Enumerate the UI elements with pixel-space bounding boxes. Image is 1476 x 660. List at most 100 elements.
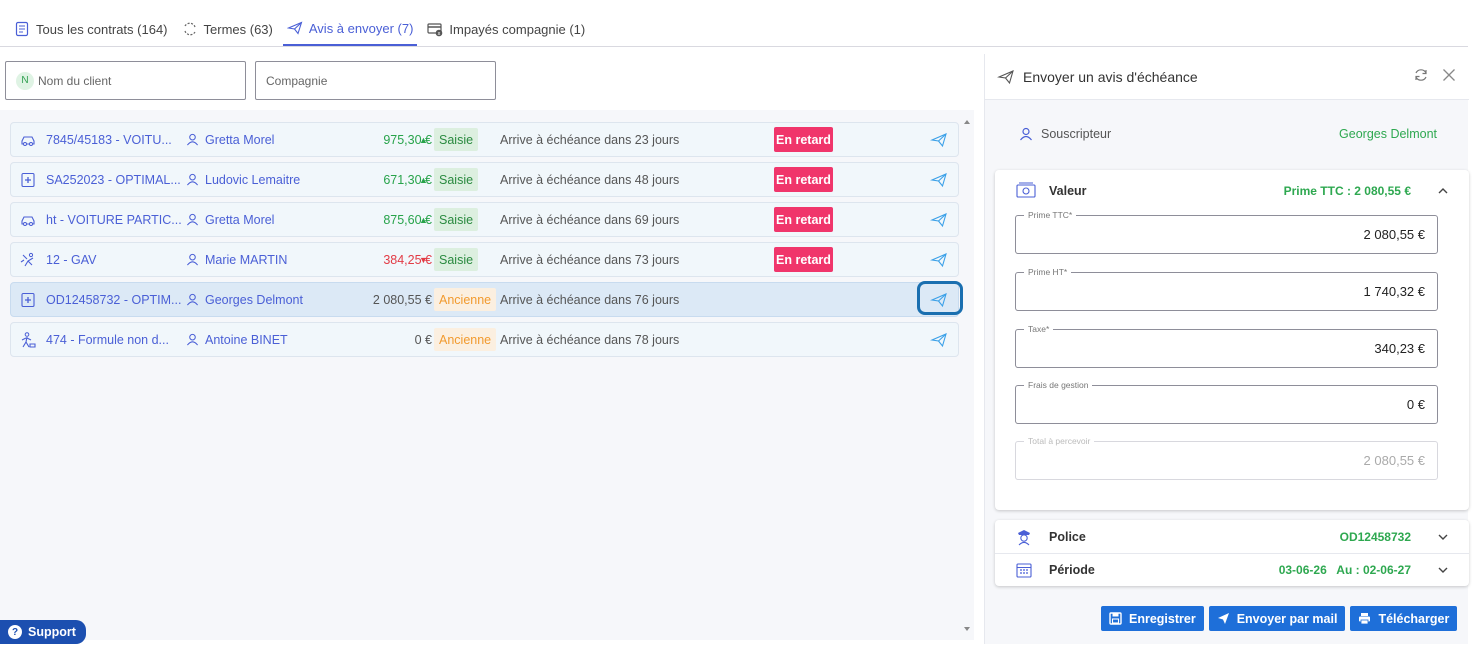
- tab-all-contracts[interactable]: Tous les contrats (164): [10, 12, 172, 46]
- tab-unpaid-company[interactable]: x Impayés compagnie (1): [423, 12, 589, 46]
- chevron-down-icon[interactable]: [1437, 564, 1449, 576]
- close-icon[interactable]: [1441, 67, 1457, 83]
- send-icon[interactable]: [930, 291, 948, 309]
- tab-terms-label: Termes (63): [203, 21, 273, 37]
- prime-ttc-field[interactable]: Prime TTC* 2 080,55 €: [1015, 210, 1438, 254]
- police-header[interactable]: Police OD12458732: [995, 520, 1469, 553]
- status-badge: Saisie: [434, 208, 479, 231]
- contract-ref[interactable]: SA252023 - OPTIMAL...: [46, 173, 181, 187]
- user-icon: [186, 333, 199, 346]
- total-field: Total à percevoir 2 080,55 €: [1015, 436, 1438, 480]
- send-icon[interactable]: [930, 331, 948, 349]
- car-icon: [21, 136, 35, 146]
- police-title: Police: [1049, 529, 1086, 544]
- contract-ref[interactable]: ht - VOITURE PARTIC...: [46, 213, 182, 227]
- late-badge: En retard: [774, 127, 833, 152]
- svg-text:x: x: [438, 31, 441, 37]
- due-text: Arrive à échéance dans 69 jours: [500, 212, 680, 227]
- prime-ht-field[interactable]: Prime HT* 1 740,32 €: [1015, 267, 1438, 311]
- support-button[interactable]: ? Support: [0, 620, 86, 644]
- download-label: Télécharger: [1378, 611, 1450, 626]
- contract-ref[interactable]: 474 - Formule non d...: [46, 333, 169, 347]
- chevron-up-icon[interactable]: [1437, 185, 1449, 197]
- tab-notices-to-send[interactable]: Avis à envoyer (7): [282, 12, 418, 46]
- tax-value: 340,23 €: [1374, 341, 1425, 356]
- contract-ref[interactable]: OD12458732 - OPTIM...: [46, 293, 181, 307]
- prime-ttc-value: 2 080,55 €: [1363, 227, 1425, 242]
- send-mail-label: Envoyer par mail: [1236, 611, 1338, 626]
- send-icon: [286, 21, 303, 35]
- late-badge: En retard: [774, 167, 833, 192]
- contract-ref[interactable]: 12 - GAV: [46, 253, 96, 267]
- save-label: Enregistrer: [1129, 611, 1196, 626]
- save-button[interactable]: Enregistrer: [1101, 606, 1204, 631]
- card-warning-icon: x: [427, 23, 443, 37]
- user-icon: [1020, 127, 1032, 141]
- late-badge: En retard: [774, 207, 833, 232]
- client-link[interactable]: Gretta Morel: [186, 133, 274, 147]
- periode-dates: 03-06-26 Au : 02-06-27: [1278, 562, 1411, 577]
- company-filter[interactable]: [255, 61, 496, 100]
- subscriber-row: Souscripteur Georges Delmont: [985, 114, 1469, 154]
- list-item[interactable]: ht - VOITURE PARTIC... Gretta Morel 875,…: [10, 202, 959, 237]
- send-icon[interactable]: [930, 171, 948, 189]
- list-item-selected[interactable]: OD12458732 - OPTIM... Georges Delmont 2 …: [10, 281, 963, 317]
- send-icon[interactable]: [930, 131, 948, 149]
- contract-ref[interactable]: 7845/45183 - VOITU...: [46, 133, 172, 147]
- paper-plane-icon: [1217, 613, 1229, 624]
- send-mail-button[interactable]: Envoyer par mail: [1208, 606, 1346, 631]
- client-link[interactable]: Marie MARTIN: [186, 253, 287, 267]
- list-item[interactable]: 474 - Formule non d... Antoine BINET 0 €…: [10, 322, 959, 357]
- refresh-icon[interactable]: [1413, 67, 1429, 83]
- client-link[interactable]: Antoine BINET: [186, 333, 288, 347]
- status-badge: Saisie: [434, 168, 479, 191]
- tab-unpaid-company-label: Impayés compagnie (1): [449, 21, 586, 37]
- refresh-icon: [183, 22, 196, 36]
- list-item[interactable]: SA252023 - OPTIMAL... Ludovic Lemaitre 6…: [10, 162, 959, 197]
- send-icon[interactable]: [930, 251, 948, 269]
- notice-panel: Envoyer un avis d'échéance Souscripteur …: [984, 54, 1469, 644]
- police-number: OD12458732: [1339, 529, 1411, 544]
- client-link[interactable]: Ludovic Lemaitre: [186, 173, 300, 187]
- download-button[interactable]: Télécharger: [1350, 606, 1458, 631]
- send-icon[interactable]: [930, 211, 948, 229]
- scroll-up-arrow-icon[interactable]: [964, 120, 970, 124]
- scroll-down-arrow-icon[interactable]: [964, 627, 970, 631]
- user-icon: [186, 293, 199, 306]
- status-badge: Ancienne: [434, 328, 497, 351]
- client-filter[interactable]: N: [5, 61, 246, 100]
- periode-header[interactable]: Période 03-06-26 Au : 02-06-27: [995, 553, 1469, 586]
- health-icon: [21, 172, 35, 188]
- list-item[interactable]: 7845/45183 - VOITU... Gretta Morel 975,3…: [10, 122, 959, 157]
- client-search-input[interactable]: [38, 73, 235, 88]
- send-icon: [997, 69, 1014, 84]
- list-scrollbar[interactable]: [962, 118, 972, 633]
- money-icon: [1016, 182, 1036, 198]
- trend-up-icon: ▲: [419, 214, 428, 225]
- user-icon: [186, 173, 199, 186]
- status-badge: Saisie: [434, 248, 479, 271]
- chevron-down-icon[interactable]: [1437, 531, 1449, 543]
- panel-actions: Enregistrer Envoyer par mail Télécharger: [1101, 606, 1458, 631]
- tab-terms[interactable]: Termes (63): [178, 12, 277, 46]
- panel-header: Envoyer un avis d'échéance: [985, 54, 1469, 100]
- client-link[interactable]: Georges Delmont: [186, 293, 303, 307]
- client-name: Marie MARTIN: [205, 252, 288, 267]
- management-fees-field[interactable]: Frais de gestion 0 €: [1015, 380, 1438, 424]
- valeur-summary: Prime TTC : 2 080,55 €: [1283, 184, 1411, 198]
- panel-title: Envoyer un avis d'échéance: [1023, 68, 1198, 85]
- late-badge: En retard: [774, 247, 833, 272]
- amount: 0 €: [414, 332, 432, 347]
- company-search-input[interactable]: [266, 73, 485, 88]
- client-name: Gretta Morel: [205, 212, 275, 227]
- user-icon: [186, 253, 199, 266]
- help-icon: ?: [8, 625, 22, 639]
- management-fees-value: 0 €: [1406, 397, 1425, 412]
- car-icon: [21, 216, 35, 226]
- list-item[interactable]: 12 - GAV Marie MARTIN 384,25 € ▼ Saisie …: [10, 242, 959, 277]
- client-link[interactable]: Gretta Morel: [186, 213, 274, 227]
- support-label: Support: [28, 625, 76, 639]
- tax-field[interactable]: Taxe* 340,23 €: [1015, 324, 1438, 368]
- tab-all-contracts-label: Tous les contrats (164): [36, 21, 168, 37]
- valeur-header[interactable]: Valeur Prime TTC : 2 080,55 €: [995, 170, 1469, 212]
